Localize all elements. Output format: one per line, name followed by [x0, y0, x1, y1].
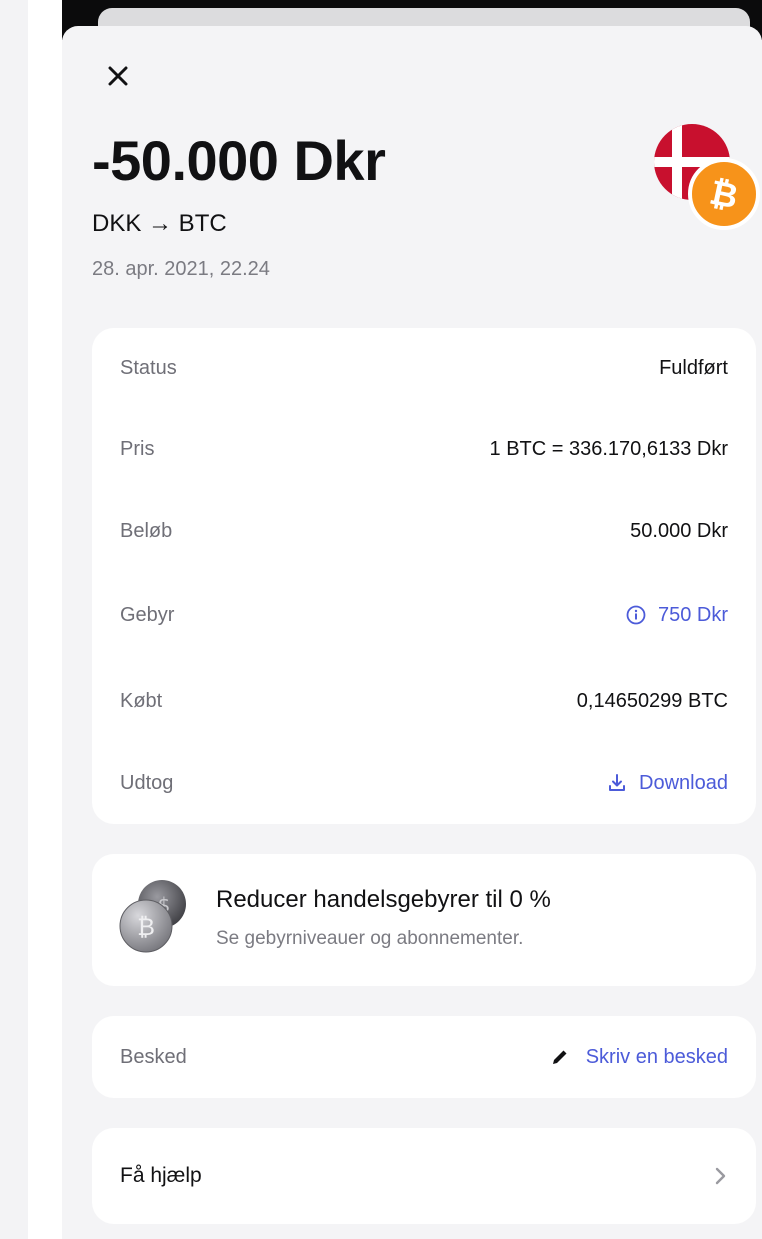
close-button[interactable]	[100, 58, 136, 94]
detail-label: Status	[120, 356, 177, 379]
coins-icon: $ ₿	[119, 880, 186, 953]
write-message-button[interactable]: Skriv en besked	[550, 1046, 728, 1069]
details-card: Status Fuldført Pris 1 BTC = 336.170,613…	[92, 328, 756, 824]
close-icon	[108, 66, 128, 86]
detail-label: Beløb	[120, 519, 173, 542]
detail-value: 0,14650299 BTC	[576, 689, 728, 712]
download-icon	[609, 774, 626, 791]
download-button[interactable]: Download	[607, 772, 728, 795]
transaction-amount: -50.000 Dkr	[92, 129, 386, 192]
transaction-datetime: 28. apr. 2021, 22.24	[92, 258, 270, 280]
detail-value: Fuldført	[659, 356, 728, 379]
detail-value: 1 BTC = 336.170,6133 Dkr	[489, 437, 728, 460]
fee-amount: 750 Dkr	[657, 603, 728, 626]
left-panel-edge	[0, 0, 28, 1239]
message-card: Besked Skriv en besked	[92, 1016, 756, 1098]
info-icon	[626, 605, 646, 625]
get-help-label: Få hjælp	[120, 1164, 202, 1187]
fee-value-link[interactable]: 750 Dkr	[626, 604, 728, 627]
detail-row-amount: Beløb 50.000 Dkr	[120, 511, 728, 551]
get-help-row[interactable]: Få hjælp	[120, 1154, 728, 1198]
panel-divider	[28, 0, 62, 1239]
promo-title: Reducer handelsgebyrer til 0 %	[216, 886, 551, 913]
detail-row-statement: Udtog Download	[120, 763, 728, 803]
currency-pair: DKK → BTC	[92, 210, 227, 237]
pencil-icon	[552, 1050, 567, 1064]
detail-value: 50.000 Dkr	[630, 519, 728, 542]
chevron-right-icon	[715, 1167, 726, 1185]
detail-row-bought: Købt 0,14650299 BTC	[120, 681, 728, 721]
detail-label: Købt	[120, 689, 163, 712]
fee-promo-card[interactable]: $ ₿ Reducer handelsgebyrer til 0 % Se ge…	[92, 854, 756, 986]
detail-row-fee: Gebyr 750 Dkr	[120, 595, 728, 635]
message-label: Besked	[120, 1045, 187, 1068]
detail-label: Gebyr	[120, 603, 175, 626]
svg-text:₿: ₿	[137, 913, 155, 941]
write-message-label: Skriv en besked	[585, 1045, 728, 1068]
detail-row-status: Status Fuldført	[120, 348, 728, 388]
detail-row-price: Pris 1 BTC = 336.170,6133 Dkr	[120, 429, 728, 469]
promo-subtitle: Se gebyrniveauer og abonnementer.	[216, 928, 524, 949]
download-label: Download	[639, 771, 728, 794]
bitcoin-icon: ₿	[688, 158, 760, 230]
detail-label: Udtog	[120, 771, 174, 794]
message-row: Besked Skriv en besked	[120, 1036, 728, 1078]
help-card[interactable]: Få hjælp	[92, 1128, 756, 1224]
detail-label: Pris	[120, 437, 155, 460]
